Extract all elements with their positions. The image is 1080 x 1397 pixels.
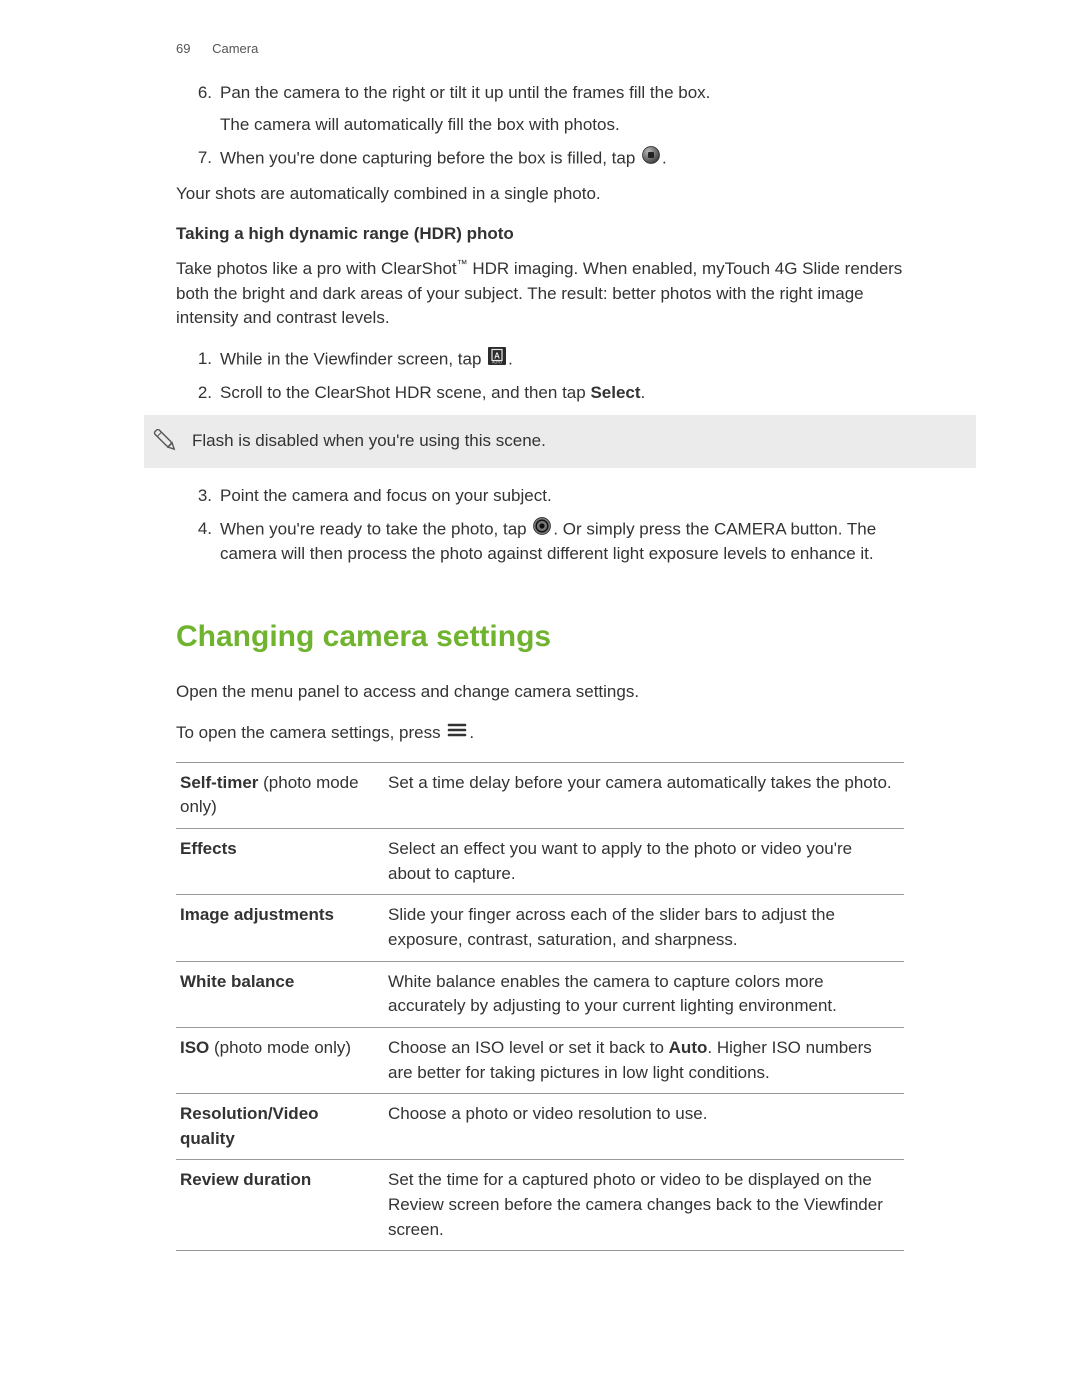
setting-name-cell: Image adjustments (176, 895, 384, 961)
svg-text:AUTO: AUTO (492, 360, 502, 364)
setting-name-rest: (photo mode only) (209, 1038, 351, 1057)
table-row: White balance White balance enables the c… (176, 961, 904, 1027)
setting-desc-fragment: White balance enables the camera to capt… (388, 972, 837, 1016)
setting-name-bold: Image adjustments (180, 905, 334, 924)
trademark-symbol: ™ (457, 258, 468, 270)
step-1: 1. While in the Viewfinder screen, tap A… (176, 347, 904, 373)
setting-name-cell: Self-timer (photo mode only) (176, 762, 384, 828)
step-text: Pan the camera to the right or tilt it u… (220, 81, 904, 106)
step-number: 3. (188, 484, 212, 509)
text-fragment: To open the camera settings, press (176, 723, 445, 742)
step-text: Point the camera and focus on your subje… (220, 484, 904, 509)
setting-desc-cell: Choose a photo or video resolution to us… (384, 1094, 904, 1160)
step-text: When you're done capturing before the bo… (220, 146, 904, 172)
setting-name-bold: Resolution/Video quality (180, 1104, 319, 1148)
setting-desc-fragment: Choose an ISO level or set it back to (388, 1038, 669, 1057)
step-text: While in the Viewfinder screen, tap A AU… (220, 347, 904, 373)
table-row: Self-timer (photo mode only)Set a time d… (176, 762, 904, 828)
note-callout: Flash is disabled when you're using this… (144, 415, 976, 468)
step-2: 2. Scroll to the ClearShot HDR scene, an… (176, 381, 904, 406)
step-number: 2. (188, 381, 212, 406)
table-row: ISO (photo mode only)Choose an ISO level… (176, 1027, 904, 1093)
setting-desc-fragment: Set a time delay before your camera auto… (388, 773, 892, 792)
setting-name-bold: Self-timer (180, 773, 258, 792)
setting-desc-fragment: Set the time for a captured photo or vid… (388, 1170, 883, 1238)
steps-panorama: 6. Pan the camera to the right or tilt i… (176, 81, 904, 172)
setting-name-bold: ISO (180, 1038, 209, 1057)
setting-desc-bold: Auto (669, 1038, 708, 1057)
stop-circle-icon (642, 146, 660, 172)
setting-desc-cell: Set a time delay before your camera auto… (384, 762, 904, 828)
step-text-fragment: Scroll to the ClearShot HDR scene, and t… (220, 383, 590, 402)
step-number: 1. (188, 347, 212, 372)
setting-desc-fragment: Choose a photo or video resolution to us… (388, 1104, 707, 1123)
setting-desc-cell: White balance enables the camera to capt… (384, 961, 904, 1027)
setting-name-bold: White balance (180, 972, 294, 991)
setting-name-bold: Review duration (180, 1170, 311, 1189)
svg-text:A: A (494, 351, 500, 360)
text-fragment: Take photos like a pro with ClearShot (176, 259, 457, 278)
steps-hdr-before-note: 1. While in the Viewfinder screen, tap A… (176, 347, 904, 405)
step-text: The camera will automatically fill the b… (220, 113, 904, 138)
step-text-fragment: . (508, 349, 513, 368)
steps-hdr-after-note: 3. Point the camera and focus on your su… (176, 484, 904, 567)
table-row: Image adjustments Slide your finger acros… (176, 895, 904, 961)
pen-icon (148, 423, 182, 465)
section-name: Camera (212, 41, 258, 56)
step-number: 4. (188, 517, 212, 542)
setting-name-cell: Review duration (176, 1160, 384, 1251)
setting-name-cell: Effects (176, 829, 384, 895)
settings-table: Self-timer (photo mode only)Set a time d… (176, 762, 904, 1252)
shutter-icon (533, 517, 551, 543)
page-number: 69 (176, 40, 190, 59)
step-4: 4. When you're ready to take the photo, … (176, 517, 904, 567)
setting-desc-fragment: Slide your finger across each of the sli… (388, 905, 835, 949)
table-row: Resolution/Video quality Choose a photo o… (176, 1094, 904, 1160)
table-row: Effects Select an effect you want to appl… (176, 829, 904, 895)
paragraph: Your shots are automatically combined in… (176, 182, 904, 207)
setting-name-bold: Effects (180, 839, 237, 858)
step-text-fragment: . (641, 383, 646, 402)
paragraph: Take photos like a pro with ClearShot™ H… (176, 257, 904, 331)
setting-desc-cell: Choose an ISO level or set it back to Au… (384, 1027, 904, 1093)
step-3: 3. Point the camera and focus on your su… (176, 484, 904, 509)
menu-icon (447, 721, 467, 746)
setting-desc-cell: Select an effect you want to apply to th… (384, 829, 904, 895)
setting-name-cell: Resolution/Video quality (176, 1094, 384, 1160)
step-7: 7. When you're done capturing before the… (176, 146, 904, 172)
setting-name-cell: ISO (photo mode only) (176, 1027, 384, 1093)
note-text: Flash is disabled when you're using this… (192, 431, 546, 450)
step-number: 7. (188, 146, 212, 171)
scene-a-icon: A AUTO (488, 347, 506, 373)
setting-desc-cell: Set the time for a captured photo or vid… (384, 1160, 904, 1251)
page-header: 69 Camera (176, 40, 904, 59)
document-page: 69 Camera 6. Pan the camera to the right… (0, 0, 1080, 1397)
step-6: 6. Pan the camera to the right or tilt i… (176, 81, 904, 138)
paragraph: To open the camera settings, press . (176, 721, 904, 746)
step-number: 6. (188, 81, 212, 106)
paragraph: Open the menu panel to access and change… (176, 680, 904, 705)
step-text-fragment: When you're done capturing before the bo… (220, 148, 640, 167)
step-text: Scroll to the ClearShot HDR scene, and t… (220, 381, 904, 406)
step-text: When you're ready to take the photo, tap… (220, 517, 904, 567)
step-text-bold: Select (590, 383, 640, 402)
setting-desc-cell: Slide your finger across each of the sli… (384, 895, 904, 961)
section-title-settings: Changing camera settings (176, 615, 904, 659)
step-text-fragment: While in the Viewfinder screen, tap (220, 349, 486, 368)
text-fragment: . (469, 723, 474, 742)
subheading-hdr: Taking a high dynamic range (HDR) photo (176, 222, 904, 247)
step-text-fragment: When you're ready to take the photo, tap (220, 519, 531, 538)
table-row: Review duration Set the time for a captur… (176, 1160, 904, 1251)
step-text-fragment: . (662, 148, 667, 167)
setting-name-cell: White balance (176, 961, 384, 1027)
setting-desc-fragment: Select an effect you want to apply to th… (388, 839, 852, 883)
